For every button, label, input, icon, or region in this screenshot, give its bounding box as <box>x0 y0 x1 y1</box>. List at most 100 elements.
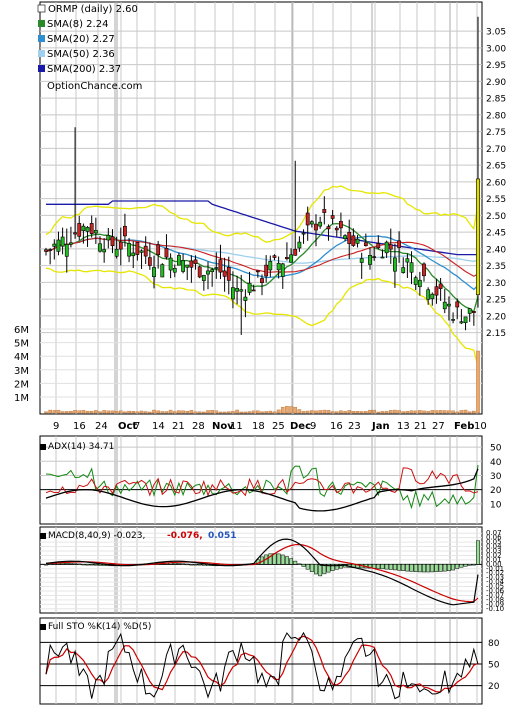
sto-tick-label: 80 <box>488 639 500 649</box>
volume-bar <box>384 411 389 414</box>
macd-histogram-bar <box>181 563 186 565</box>
volume-tick-label: 1M <box>14 393 29 404</box>
macd-histogram-bar <box>189 564 194 566</box>
candle-body <box>131 252 136 257</box>
macd-signal-label: -0.076, <box>167 531 203 541</box>
legend-sma200: SMA(200) 2.37 <box>47 64 121 75</box>
volume-bar <box>164 411 169 414</box>
candle-body <box>301 232 306 235</box>
volume-bar <box>210 410 214 414</box>
volume-tick-label: 4M <box>14 352 29 363</box>
macd-histogram-bar <box>289 558 294 565</box>
candle-body <box>135 242 140 255</box>
volume-bar <box>148 411 152 414</box>
macd-histogram-bar <box>463 564 468 567</box>
volume-bar <box>247 411 252 414</box>
candle-body <box>359 258 364 263</box>
x-tick-label: 16 <box>330 421 343 432</box>
volume-bar <box>276 409 281 414</box>
macd-histogram-bar <box>438 564 443 572</box>
candle-body <box>197 266 202 278</box>
candle-body <box>64 244 69 257</box>
candle-body <box>243 296 248 301</box>
y-tick-label: 2.70 <box>486 145 506 155</box>
y-tick-label: 2.45 <box>486 229 506 239</box>
candle-body <box>123 225 127 237</box>
candle-body <box>98 243 102 252</box>
candle-body <box>442 301 447 310</box>
candle-body <box>372 256 377 258</box>
volume-bar <box>289 406 293 414</box>
macd-histogram-bar <box>284 556 289 565</box>
y-tick-label: 2.55 <box>486 195 506 205</box>
candle-body <box>384 241 389 254</box>
volume-bar <box>98 411 102 414</box>
y-tick-label: 2.80 <box>486 111 506 121</box>
macd-histogram-bar <box>430 564 435 573</box>
volume-bar <box>135 411 140 414</box>
macd-histogram-bar <box>417 564 422 573</box>
volume-bar <box>355 411 360 414</box>
volume-bar <box>364 411 368 414</box>
macd-histogram-bar <box>197 564 202 566</box>
volume-bar <box>94 410 98 414</box>
candle-body <box>114 248 119 257</box>
candle-body <box>438 283 443 289</box>
candle-body <box>401 267 406 273</box>
macd-histogram-bar <box>176 563 181 565</box>
candle-body <box>160 264 165 278</box>
volume-bar <box>231 411 235 414</box>
candle-body <box>293 248 298 256</box>
macd-histogram-bar <box>297 563 302 565</box>
macd-histogram-bar <box>401 564 406 571</box>
candle-body <box>147 257 152 266</box>
volume-bar <box>301 411 306 414</box>
legend-swatch <box>38 65 45 72</box>
macd-histogram-bar <box>471 564 476 566</box>
candle-body <box>343 235 347 239</box>
volume-tick-label: 2M <box>14 379 29 390</box>
volume-bar <box>326 410 331 414</box>
candle-body <box>397 240 401 248</box>
y-tick-label: 2.35 <box>486 262 506 272</box>
volume-bar <box>438 410 443 414</box>
candle-body <box>334 227 339 231</box>
macd-histogram-bar <box>467 564 472 566</box>
indicator-marker <box>40 624 46 630</box>
candle-body <box>405 258 410 263</box>
volume-bar <box>347 410 352 414</box>
candle-body <box>255 270 260 273</box>
candle-body <box>426 289 431 300</box>
macd-histogram-bar <box>459 564 464 568</box>
macd-histogram-bar <box>293 560 298 565</box>
volume-bar <box>455 411 460 414</box>
candle-body <box>193 259 198 264</box>
volume-bar <box>243 411 248 414</box>
volume-bar <box>181 410 185 414</box>
candle-body <box>168 257 173 271</box>
y-tick-label: 2.15 <box>486 329 506 339</box>
candle-body <box>77 223 82 237</box>
x-tick-label: Jan <box>371 421 390 432</box>
candle-body <box>239 289 244 292</box>
y-tick-label: 2.85 <box>486 95 506 105</box>
candle-body <box>476 178 480 296</box>
candle-body <box>48 249 53 251</box>
macd-histogram-bar <box>48 563 53 565</box>
volume-bar <box>459 410 464 414</box>
volume-bar <box>305 410 310 414</box>
macd-histogram-bar <box>93 564 98 566</box>
volume-bar <box>426 411 430 414</box>
volume-bar <box>114 411 119 414</box>
volume-bar <box>152 409 156 414</box>
candle-body <box>235 288 239 292</box>
volume-bar <box>73 409 77 414</box>
candle-body <box>297 241 302 249</box>
candle-body <box>347 231 352 244</box>
indicator-marker <box>40 444 46 450</box>
adx-tick-label: 20 <box>490 486 502 496</box>
candle-body <box>393 257 397 272</box>
candle-body <box>247 282 252 293</box>
volume-bar <box>368 409 372 414</box>
candle-body <box>260 278 264 283</box>
